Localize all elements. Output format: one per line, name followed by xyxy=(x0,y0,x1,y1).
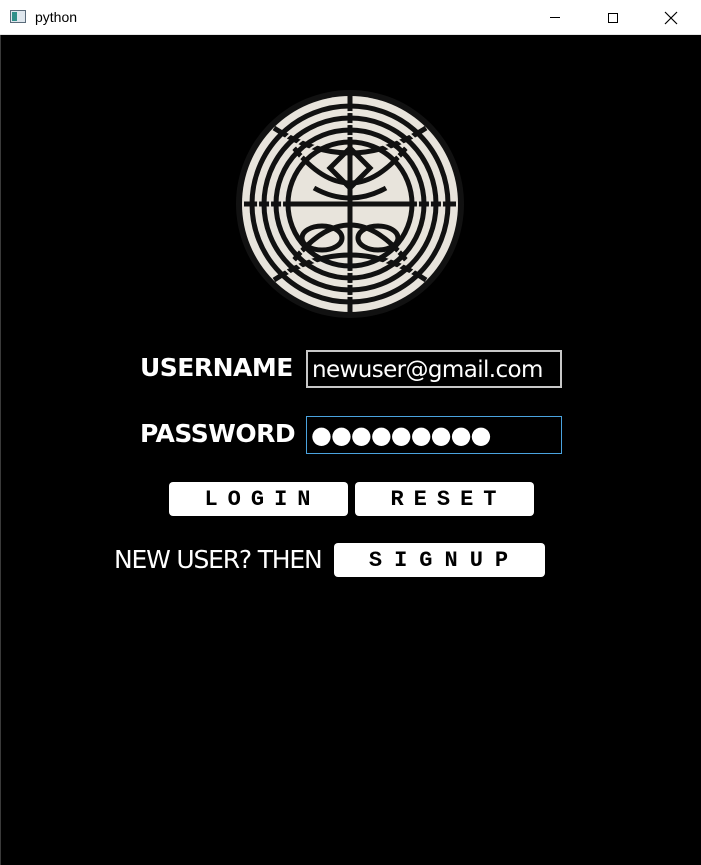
signup-button[interactable]: SIGNUP xyxy=(334,543,545,577)
celtic-knot-logo xyxy=(236,90,464,318)
title-bar: python xyxy=(0,0,701,35)
login-button[interactable]: LOGIN xyxy=(169,482,348,516)
maximize-button[interactable] xyxy=(584,0,642,35)
username-input[interactable]: newuser@gmail.com xyxy=(306,350,562,388)
minimize-button[interactable] xyxy=(526,0,584,35)
window-title: python xyxy=(35,9,78,25)
reset-button[interactable]: RESET xyxy=(355,482,534,516)
window-border xyxy=(0,35,1,865)
new-user-prompt: NEW USER? THEN xyxy=(114,545,323,574)
maximize-icon xyxy=(608,12,618,23)
password-label: PASSWORD xyxy=(140,419,296,448)
close-icon xyxy=(664,11,678,24)
password-input[interactable]: ●●●●●●●●● xyxy=(306,416,562,454)
app-icon xyxy=(10,10,26,23)
username-label: USERNAME xyxy=(140,353,293,382)
close-button[interactable] xyxy=(642,0,700,35)
minimize-icon xyxy=(550,17,560,18)
